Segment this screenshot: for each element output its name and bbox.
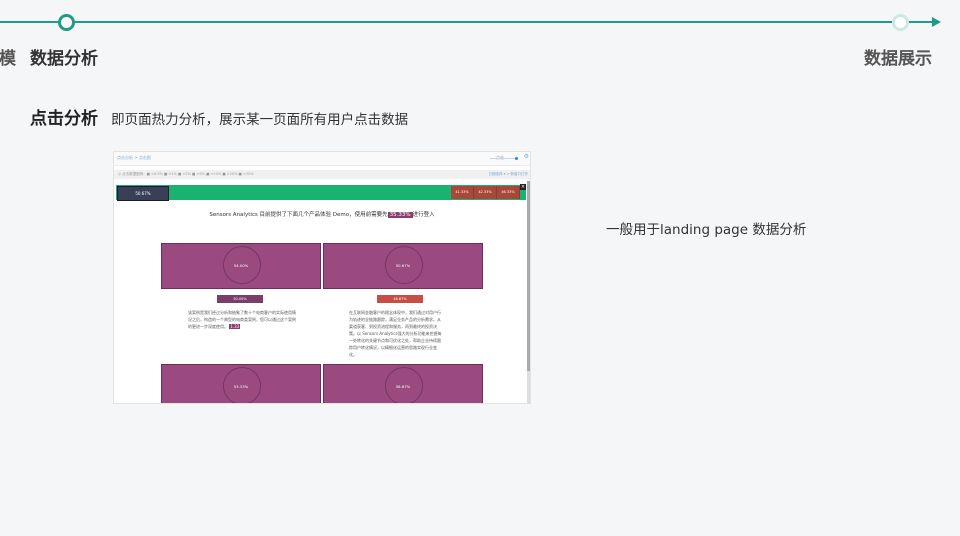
screenshot-topbar: 点击分析 > 点击图 点击 ⚙ <box>114 152 530 166</box>
section-title: 点击分析 <box>30 109 98 129</box>
hero-banner: 50.67% 41.33% 42.33% 46.33% × <box>116 184 526 201</box>
hero-hotspot-1[interactable]: 41.33% <box>451 186 474 199</box>
step-next[interactable]: 数据展示 <box>864 44 932 69</box>
demo-card-3[interactable]: 53.33% <box>161 364 321 403</box>
legend-actions[interactable]: 日期选择 ▾ ↗ 新窗口打开 <box>488 172 528 177</box>
headline-text: Sensors Analytics 目前提供了下面几个产品体验 Demo，使用前… <box>209 212 388 218</box>
section-header: 点击分析 即页面热力分析，展示某一页面所有用户点击数据 <box>30 104 408 129</box>
heatmap-page: 50.67% 41.33% 42.33% 46.33% × Sensors An… <box>116 181 528 403</box>
card-description-1: 该案例是我们经过分析和抽象了数十个电商客户的实际使用情况之后，构造的一个典型的电… <box>188 309 298 330</box>
demo-card-1[interactable]: 54.00% <box>161 243 321 289</box>
card-description-2: 在互联网金融客户的理念体现中，我们通过对用户行为轨迹的全链路跟踪，满足业务产品的… <box>349 310 442 357</box>
demo-card-4[interactable]: 58.67% <box>323 364 483 403</box>
page-headline: Sensors Analytics 目前提供了下面几个产品体验 Demo，使用前… <box>116 210 528 218</box>
zoom-slider[interactable] <box>490 157 518 160</box>
hero-hotspot-2[interactable]: 42.33% <box>474 186 497 199</box>
hero-right-hotspots: 41.33% 42.33% 46.33% <box>451 186 520 199</box>
headline-hotspot[interactable]: 35.33% <box>387 212 413 218</box>
card-pct: 54.00% <box>233 263 249 268</box>
demo-button-1[interactable]: 50.00% <box>217 295 263 303</box>
para1-hotspot[interactable]: 1.33 <box>229 324 241 329</box>
scrollbar[interactable] <box>527 181 530 403</box>
step-previous[interactable]: 模 <box>0 44 16 69</box>
timeline-track <box>0 21 936 23</box>
heatmap-screenshot: 点击分析 > 点击图 点击 ⚙ ◎ 点击数据图例：■ >0.5% ■ >1% ■… <box>114 152 530 403</box>
headline-suffix: 进行登入 <box>412 212 435 218</box>
card-pct: 50.67% <box>395 263 411 268</box>
breadcrumb[interactable]: 点击分析 > 点击图 <box>117 155 151 161</box>
timeline-dot-next[interactable] <box>892 14 909 31</box>
side-note: 一般用于landing page 数据分析 <box>606 222 807 238</box>
card-pct: 53.33% <box>233 384 249 389</box>
gear-icon[interactable]: ⚙ <box>524 153 529 160</box>
para1-text: 该案例是我们经过分析和抽象了数十个电商客户的实际使用情况之后，构造的一个典型的电… <box>188 310 296 329</box>
section-description: 即页面热力分析，展示某一页面所有用户点击数据 <box>111 112 409 128</box>
demo-button-2[interactable]: 46.67% <box>377 295 423 303</box>
timeline-dot-current[interactable] <box>58 14 75 31</box>
step-current[interactable]: 数据分析 <box>30 44 98 69</box>
demo-card-2[interactable]: 50.67% <box>323 243 483 289</box>
timeline-arrow-icon <box>932 17 941 27</box>
close-icon[interactable]: × <box>520 184 526 190</box>
heat-legend: ◎ 点击数据图例：■ >0.5% ■ >1% ■ >2% ■ >5% ■ >10… <box>118 172 254 176</box>
card-pct: 58.67% <box>395 384 411 389</box>
hero-hotspot-3[interactable]: 46.33% <box>497 186 520 199</box>
legend-bar: ◎ 点击数据图例：■ >0.5% ■ >1% ■ >2% ■ >5% ■ >10… <box>114 170 530 179</box>
hero-left-hotspot[interactable]: 50.67% <box>117 186 169 201</box>
